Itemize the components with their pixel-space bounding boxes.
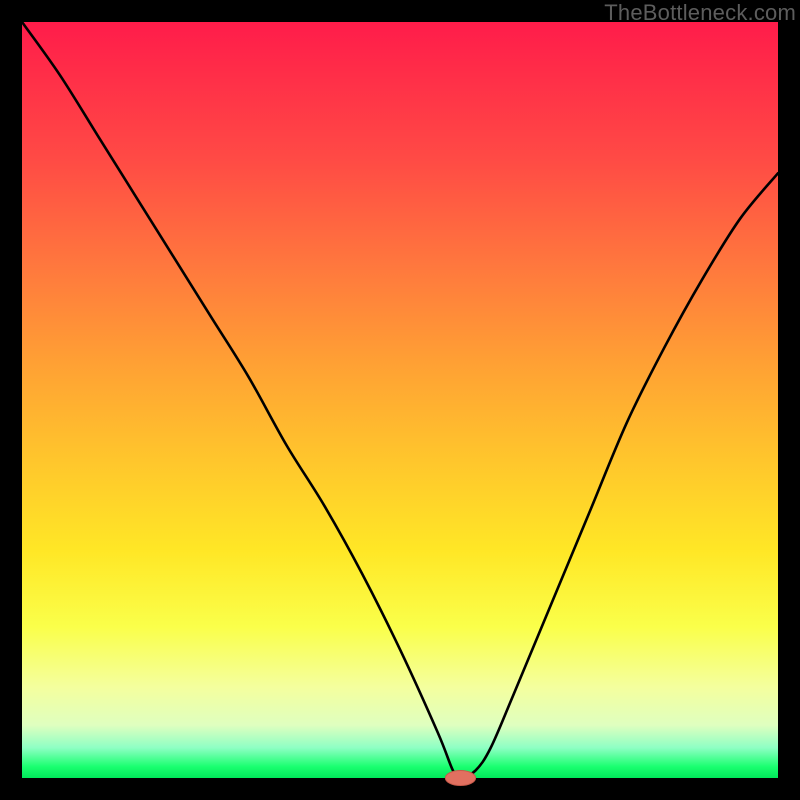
chart-frame: TheBottleneck.com — [0, 0, 800, 800]
watermark-text: TheBottleneck.com — [604, 0, 796, 26]
curve-layer — [22, 22, 778, 778]
curve-minimum-marker — [445, 770, 475, 785]
bottleneck-curve — [22, 22, 778, 778]
plot-area — [22, 22, 778, 778]
